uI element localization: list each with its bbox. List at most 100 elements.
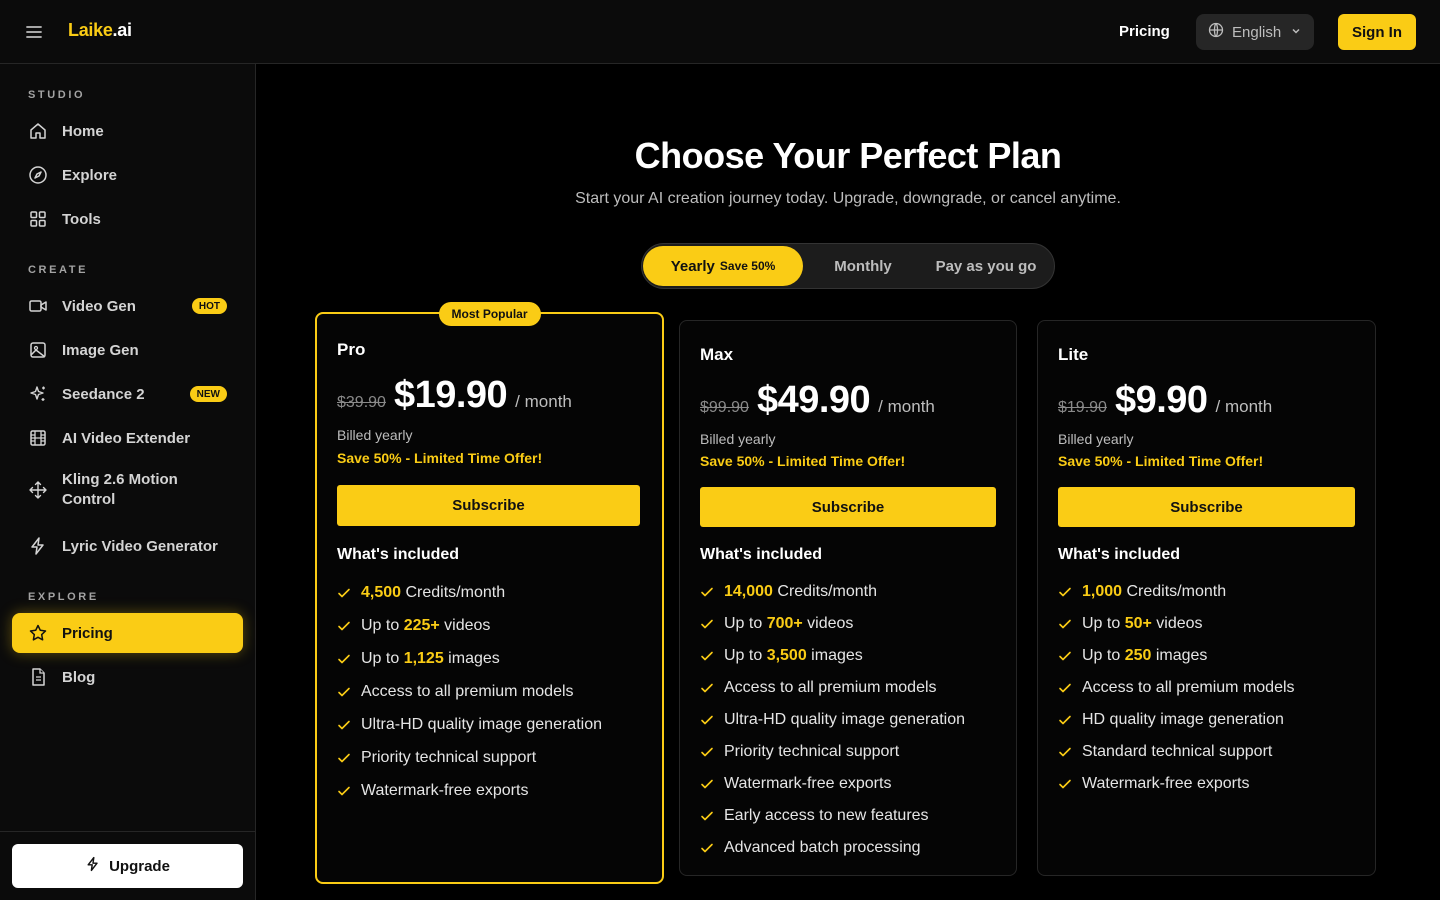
billing-toggle: Yearly Save 50% Monthly Pay as you go — [641, 243, 1055, 289]
included-heading: What's included — [337, 546, 460, 563]
feature-text: Ultra-HD quality image generation — [361, 716, 602, 734]
feature-list: 1,000 Credits/month Up to 50+ videos Up to… — [1058, 576, 1295, 800]
most-popular-badge: Most Popular — [438, 302, 541, 326]
feature-list: 14,000 Credits/month Up to 700+ videos Up … — [700, 576, 965, 864]
tab-pay-as-you-go[interactable]: Pay as you go — [920, 246, 1052, 286]
feature-highlight: 225+ — [403, 616, 440, 634]
nav-pricing-link[interactable]: Pricing — [1119, 23, 1170, 40]
sidebar-item-seedance-2[interactable]: Seedance 2 NEW — [12, 374, 243, 414]
section-title-studio: STUDIO — [28, 89, 86, 101]
feature-text: Access to all premium models — [361, 683, 574, 701]
sidebar-item-blog[interactable]: Blog — [12, 657, 243, 697]
check-icon — [701, 619, 713, 629]
language-select[interactable]: English — [1196, 14, 1314, 50]
chevron-down-icon — [1290, 24, 1302, 41]
check-icon — [338, 720, 350, 729]
current-price: $19.90 — [393, 374, 508, 416]
price-row: $99.90 $49.90 / month — [700, 379, 935, 422]
feature-item: Up to 225+ videos — [337, 609, 602, 642]
sidebar-item-image-gen[interactable]: Image Gen — [12, 330, 243, 370]
check-icon — [701, 683, 713, 693]
current-price: $49.90 — [756, 379, 871, 421]
feature-text: Up to 1,125 images — [361, 650, 500, 668]
feature-text-part: Standard technical support — [1082, 743, 1273, 760]
check-icon — [1059, 587, 1071, 597]
feature-text-part: Ultra-HD quality image generation — [361, 715, 602, 733]
feature-highlight: 700+ — [766, 615, 803, 632]
check-icon — [338, 588, 350, 597]
feature-text-part: Up to — [724, 647, 767, 664]
included-heading: What's included — [1058, 546, 1181, 563]
offer-text: Save 50% - Limited Time Offer! — [337, 450, 543, 466]
check-icon — [701, 843, 713, 853]
new-badge: NEW — [189, 386, 227, 402]
plan-name: Max — [700, 345, 734, 364]
feature-item: Watermark-free exports — [700, 768, 965, 800]
sidebar-item-pricing[interactable]: Pricing — [12, 613, 243, 653]
logo[interactable]: Laike.ai — [68, 20, 132, 41]
billing-note: Billed yearly — [700, 431, 776, 447]
subscribe-button[interactable]: Subscribe — [1058, 487, 1355, 527]
upgrade-area: Upgrade — [0, 831, 255, 900]
tab-yearly-label: Yearly — [670, 257, 715, 275]
document-icon — [28, 667, 48, 687]
plan-card-pro: Most Popular Pro $39.90 $19.90 / month B… — [315, 302, 664, 884]
feature-highlight: 1,000 — [1082, 583, 1123, 600]
check-icon — [1059, 747, 1071, 757]
tab-yearly[interactable]: Yearly Save 50% — [643, 246, 803, 286]
feature-text: Standard technical support — [1082, 743, 1272, 761]
check-icon — [338, 687, 350, 696]
check-icon — [338, 786, 350, 795]
feature-text-part: images — [806, 647, 863, 664]
feature-text: 14,000 Credits/month — [724, 583, 877, 601]
sidebar-item-lyric-video-generator[interactable]: Lyric Video Generator — [12, 526, 243, 566]
check-icon — [338, 753, 350, 762]
sidebar-item-kling-motion-control[interactable]: Kling 2.6 Motion Control — [12, 462, 243, 518]
check-icon — [338, 621, 350, 630]
film-icon — [28, 428, 48, 448]
upgrade-button[interactable]: Upgrade — [12, 844, 243, 888]
price-row: $19.90 $9.90 / month — [1058, 379, 1272, 422]
sidebar-item-label: Home — [62, 122, 104, 140]
feature-text: 4,500 Credits/month — [361, 584, 505, 602]
feature-item: HD quality image generation — [1058, 704, 1295, 736]
check-icon — [701, 651, 713, 661]
check-icon — [701, 811, 713, 821]
feature-item: Up to 50+ videos — [1058, 608, 1295, 640]
sidebar-item-ai-video-extender[interactable]: AI Video Extender — [12, 418, 243, 458]
price-row: $39.90 $19.90 / month — [337, 374, 572, 417]
feature-list: 4,500 Credits/month Up to 225+ videos Up t… — [337, 576, 602, 807]
feature-text-part: Access to all premium models — [1082, 679, 1295, 696]
feature-text: Priority technical support — [361, 749, 536, 767]
sidebar-item-home[interactable]: Home — [12, 111, 243, 151]
subscribe-button[interactable]: Subscribe — [700, 487, 996, 527]
sidebar-item-label: Seedance 2 — [62, 385, 145, 403]
old-price: $39.90 — [337, 394, 386, 411]
feature-text: Access to all premium models — [724, 679, 937, 697]
sidebar-item-label: AI Video Extender — [62, 429, 191, 447]
price-period: / month — [878, 397, 935, 416]
billing-note: Billed yearly — [337, 427, 413, 443]
included-heading: What's included — [700, 546, 823, 563]
plan-name: Lite — [1058, 345, 1089, 364]
check-icon — [701, 587, 713, 597]
check-icon — [1059, 779, 1071, 789]
sidebar-item-tools[interactable]: Tools — [12, 199, 243, 239]
sidebar-item-label: Blog — [62, 668, 96, 686]
sidebar-item-video-gen[interactable]: Video Gen HOT — [12, 286, 243, 326]
page-subtitle: Start your AI creation journey today. Up… — [575, 190, 1121, 207]
plan-card-lite: Lite $19.90 $9.90 / month Billed yearly … — [1037, 320, 1376, 876]
menu-icon[interactable] — [24, 22, 44, 42]
offer-text: Save 50% - Limited Time Offer! — [700, 453, 906, 469]
feature-item: Ultra-HD quality image generation — [337, 708, 602, 741]
sidebar-item-explore[interactable]: Explore — [12, 155, 243, 195]
tab-monthly[interactable]: Monthly — [808, 246, 918, 286]
sidebar-item-label: Pricing — [62, 624, 113, 642]
sign-in-button[interactable]: Sign In — [1338, 14, 1416, 50]
subscribe-button[interactable]: Subscribe — [337, 485, 640, 526]
zap-icon — [28, 536, 48, 556]
save-label: Save 50% — [719, 259, 776, 273]
feature-item: Up to 3,500 images — [700, 640, 965, 672]
feature-text-part: Credits/month — [772, 583, 877, 600]
feature-item: Watermark-free exports — [337, 774, 602, 807]
